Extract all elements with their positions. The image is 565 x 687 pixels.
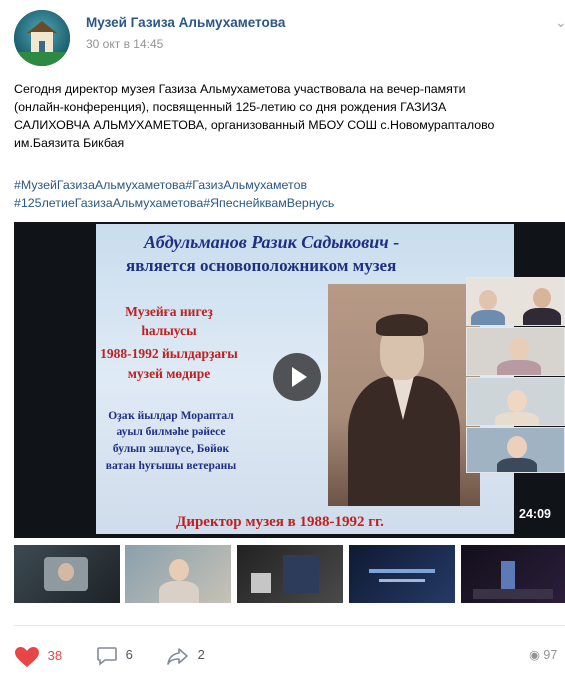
video-duration: 24:09 (519, 507, 551, 521)
video-thumbnail[interactable] (461, 545, 565, 603)
share-button[interactable]: 2 (166, 646, 205, 666)
portrait-photo (328, 284, 480, 506)
video-thumbnail[interactable] (349, 545, 455, 603)
heart-icon (15, 647, 39, 667)
participant-tile (466, 427, 565, 473)
slide-subtitle: является основоположником музея (126, 256, 397, 275)
play-icon[interactable] (273, 353, 321, 401)
participant-tile (466, 327, 565, 376)
participant-tiles (466, 277, 565, 473)
views-count: 97 (543, 648, 558, 662)
eye-icon: ◉ (529, 648, 540, 662)
post: Музей Газиза Альмухаметова 30 окт в 14:4… (0, 0, 565, 687)
post-text-line: (онлайн-конференция), посвященный 125-ле… (14, 100, 447, 114)
video-thumbnail[interactable] (125, 545, 231, 603)
post-hashtags: #МузейГазизаАльмухаметова#ГазизАльмухаме… (14, 176, 334, 212)
post-text-line: им.Баязита Бикбая (14, 136, 125, 150)
hashtag-link[interactable]: #125летиеГазизаАльмухаметова#Япеснейквам… (14, 194, 334, 212)
like-button[interactable]: 38 (14, 646, 62, 668)
post-text-line: Сегодня директор музея Газиза Альмухамет… (14, 82, 466, 96)
video-thumbnail[interactable] (237, 545, 343, 603)
post-text-line: САЛИХОВЧА АЛЬМУХАМЕТОВА, организованный … (14, 118, 495, 132)
comment-count: 6 (125, 647, 133, 663)
slide-red-text: музей мөдире (127, 366, 211, 381)
slide-blue-text: Оҙаҡ йылдар Мораптал (108, 410, 234, 422)
video-player[interactable]: Абдульманов Разик Садыкович - является о… (14, 222, 565, 538)
hashtag-link[interactable]: #МузейГазизаАльмухаметова#ГазизАльмухаме… (14, 176, 334, 194)
share-count: 2 (197, 647, 205, 663)
post-text: Сегодня директор музея Газиза Альмухамет… (14, 80, 565, 152)
post-date[interactable]: 30 окт в 14:45 (86, 37, 163, 51)
views-counter: ◉ 97 (529, 647, 557, 662)
slide-red-text: 1988-1992 йылдарҙағы (100, 346, 238, 361)
group-avatar[interactable] (14, 10, 70, 66)
participant-tile (466, 277, 565, 326)
slide-blue-text: ауыл билмәһе рәйесе (116, 426, 226, 438)
slide-title: Абдульманов Разик Садыкович - (144, 232, 400, 252)
group-name-link[interactable]: Музей Газиза Альмухаметова (86, 15, 285, 30)
participant-tile (466, 377, 565, 426)
comment-button[interactable]: 6 (96, 646, 133, 666)
divider (14, 625, 565, 626)
slide-red-text: Музейға нигеҙ (125, 304, 213, 319)
comment-icon (97, 647, 117, 666)
like-count: 38 (47, 648, 63, 664)
slide-red-text: һалыусы (141, 323, 197, 338)
slide-bottom-text: Директор музея в 1988-1992 гг. (176, 514, 384, 530)
slide-blue-text: булып эшләүсе, Бөйөк (112, 443, 230, 455)
slide-blue-text: ватан һуғышы ветераны (105, 460, 237, 472)
video-thumbnail[interactable] (14, 545, 120, 603)
more-dots-icon[interactable]: ⌄ (555, 14, 565, 31)
share-icon (167, 648, 188, 665)
